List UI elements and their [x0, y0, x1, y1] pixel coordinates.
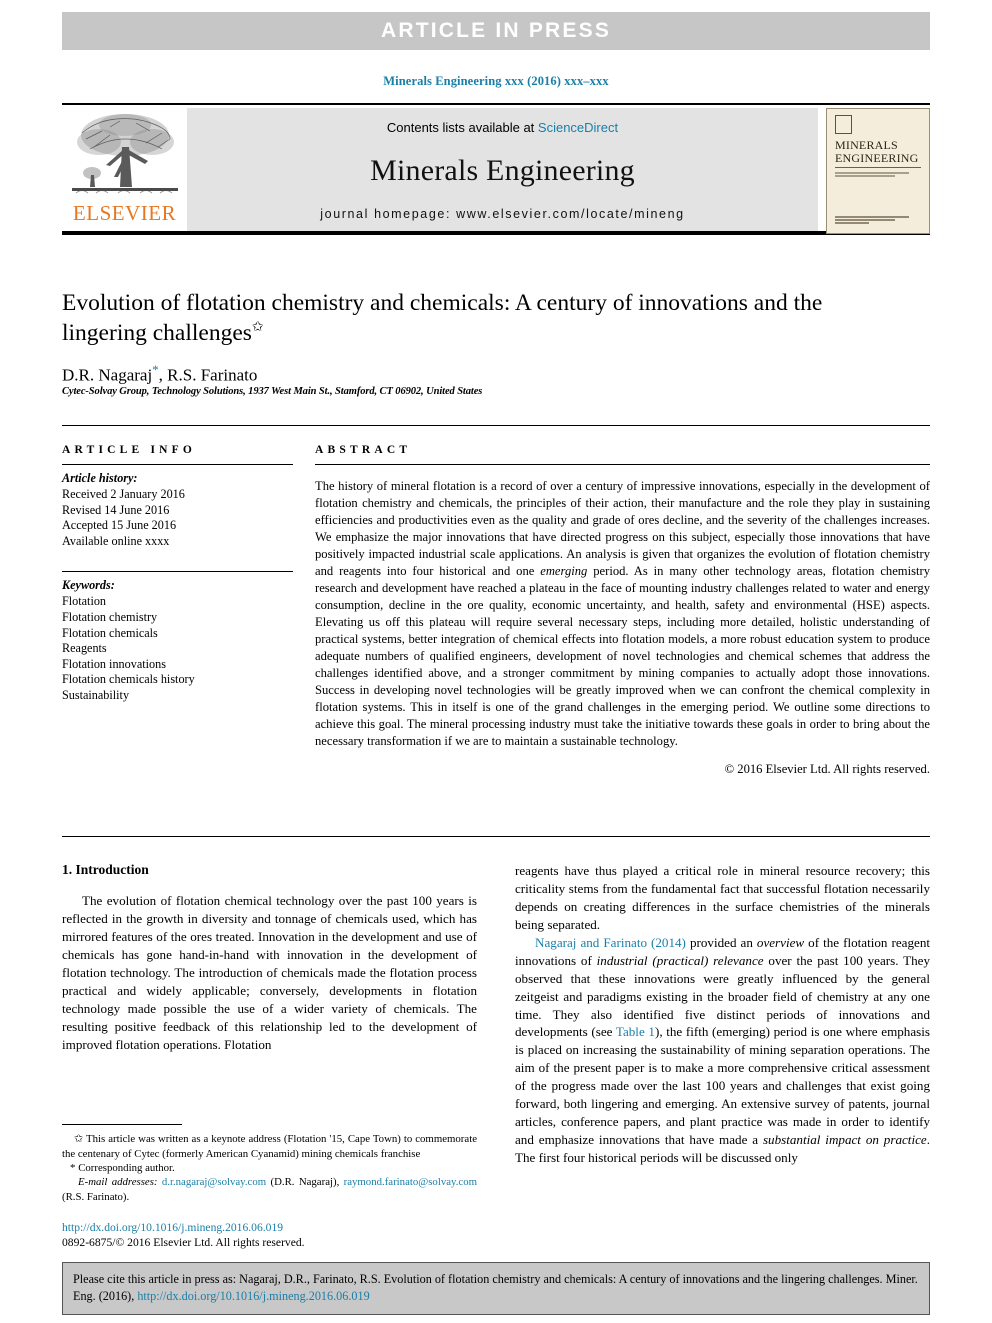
journal-masthead: ELSEVIER Contents lists available at Sci…: [62, 103, 930, 235]
article-title-text: Evolution of flotation chemistry and che…: [62, 290, 823, 347]
journal-cover-thumbnail: MINERALS ENGINEERING: [826, 108, 930, 234]
abstract-rule: [315, 464, 930, 465]
cover-title-line2: ENGINEERING: [835, 150, 919, 165]
email-addresses-label: E-mail addresses:: [78, 1176, 158, 1189]
abstract-copyright: © 2016 Elsevier Ltd. All rights reserved…: [724, 762, 930, 777]
intro-paragraph-right-2: Nagaraj and Farinato (2014) provided an …: [515, 934, 930, 1167]
keyword-item: Flotation chemicals: [62, 625, 158, 640]
author-affiliation: Cytec-Solvay Group, Technology Solutions…: [62, 386, 483, 397]
keyword-item: Sustainability: [62, 688, 130, 703]
footnote-corresponding: * Corresponding author.: [62, 1161, 477, 1176]
body-columns: 1. Introduction The evolution of flotati…: [62, 862, 930, 1167]
article-info-heading: ARTICLE INFO: [62, 444, 197, 456]
article-in-press-banner: ARTICLE IN PRESS: [62, 12, 930, 50]
rp2-emph-overview: overview: [756, 934, 805, 950]
cite-this-article-box: Please cite this article in press as: Na…: [62, 1262, 930, 1315]
article-history-item: Revised 14 June 2016: [62, 502, 170, 517]
contents-available-line: Contents lists available at ScienceDirec…: [387, 120, 618, 135]
cite-doi-link[interactable]: http://dx.doi.org/10.1016/j.mineng.2016.…: [137, 1289, 369, 1303]
masthead-center-band: Contents lists available at ScienceDirec…: [187, 108, 818, 231]
issn-copyright-line: 0892-6875/© 2016 Elsevier Ltd. All right…: [62, 1236, 305, 1250]
article-history-label: Article history:: [62, 471, 138, 485]
elsevier-logo: ELSEVIER: [62, 105, 187, 230]
keyword-item: Reagents: [62, 641, 107, 656]
journal-running-head: Minerals Engineering xxx (2016) xxx–xxx: [383, 74, 609, 88]
abstract-text: The history of mineral flotation is a re…: [315, 478, 930, 750]
info-abstract-block: ARTICLE INFO Article history: Received 2…: [62, 425, 930, 777]
keyword-item: Flotation chemicals history: [62, 672, 195, 687]
cover-masthead: MINERALS ENGINEERING: [835, 115, 921, 184]
author-first: D.R. Nagaraj: [62, 365, 153, 385]
cover-subtitle-lines: [835, 172, 921, 184]
keyword-item: Flotation innovations: [62, 656, 166, 671]
paper-page: ARTICLE IN PRESS Minerals Engineering xx…: [0, 0, 992, 1323]
keyword-item: Flotation chemistry: [62, 610, 158, 625]
article-info-rule: [62, 464, 293, 465]
sciencedirect-link[interactable]: ScienceDirect: [538, 120, 618, 135]
footnote-corresponding-text: Corresponding author.: [75, 1161, 175, 1174]
journal-title: Minerals Engineering: [370, 154, 635, 187]
rp2-d: ), the fifth (emerging) period is one wh…: [515, 1024, 930, 1148]
intro-paragraph-right-1: reagents have thus played a critical rol…: [515, 863, 930, 932]
contents-prefix: Contents lists available at: [386, 120, 538, 135]
footnote-rule: [62, 1124, 182, 1125]
footnotes-block: ✩ This article was written as a keynote …: [62, 1124, 477, 1251]
article-history-item: Available online xxxx: [62, 533, 170, 548]
abstract-emphasis-emerging: emerging: [540, 563, 588, 578]
body-right-column: reagents have thus played a critical rol…: [515, 862, 930, 1167]
email1-owner: (D.R. Nagaraj),: [266, 1176, 344, 1189]
abstract-heading: ABSTRACT: [315, 444, 412, 456]
article-in-press-label: ARTICLE IN PRESS: [380, 19, 612, 42]
footnote-keynote-text: This article was written as a keynote ad…: [62, 1133, 477, 1160]
rp2-emph-industrial: industrial (practical) relevance: [596, 952, 764, 968]
abstract-column: ABSTRACT The history of mineral flotatio…: [315, 444, 930, 777]
cite-text: Please cite this article in press as: Na…: [73, 1271, 919, 1305]
footnote-emails: E-mail addresses: d.r.nagaraj@solvay.com…: [62, 1175, 477, 1204]
journal-homepage-line[interactable]: journal homepage: www.elsevier.com/locat…: [320, 207, 684, 221]
keyword-item: Flotation: [62, 594, 107, 609]
intro-paragraph-left: The evolution of flotation chemical tech…: [62, 893, 477, 1052]
cover-elsevier-mark-icon: [835, 115, 852, 134]
page-title: Evolution of flotation chemistry and che…: [62, 288, 862, 348]
keywords-rule: [62, 571, 293, 573]
article-history-item: Accepted 15 June 2016: [62, 518, 177, 533]
title-footnote-marker[interactable]: ✩: [252, 320, 264, 335]
cover-title: MINERALS ENGINEERING: [835, 138, 921, 169]
abstract-part-2: period. As in many other technology area…: [315, 563, 930, 748]
article-info-column: ARTICLE INFO Article history: Received 2…: [62, 444, 315, 777]
rp2-a: provided an: [685, 934, 757, 950]
body-divider-rule: [62, 836, 930, 837]
footnote-star-marker: ✩: [74, 1133, 84, 1145]
email-link-farinato[interactable]: raymond.farinato@solvay.com: [344, 1176, 477, 1188]
body-left-column: 1. Introduction The evolution of flotati…: [62, 862, 477, 1167]
section-heading-introduction: 1. Introduction: [62, 862, 149, 877]
doi-link[interactable]: http://dx.doi.org/10.1016/j.mineng.2016.…: [62, 1220, 477, 1236]
email2-owner: (R.S. Farinato).: [62, 1190, 130, 1203]
cover-footer-lines: [835, 215, 921, 226]
article-history-item: Received 2 January 2016: [62, 487, 185, 501]
table-1-link[interactable]: Table 1: [616, 1024, 655, 1039]
citation-link-nagaraj-farinato[interactable]: Nagaraj and Farinato (2014): [535, 935, 686, 950]
doi-and-issn-block: http://dx.doi.org/10.1016/j.mineng.2016.…: [62, 1220, 477, 1251]
keywords-label: Keywords:: [62, 578, 115, 593]
email-link-nagaraj[interactable]: d.r.nagaraj@solvay.com: [162, 1176, 266, 1188]
footnote-keynote: ✩ This article was written as a keynote …: [62, 1132, 477, 1161]
elsevier-tree-icon: [71, 114, 178, 194]
author-list: D.R. Nagaraj*, R.S. Farinato: [62, 362, 257, 386]
author-rest: , R.S. Farinato: [158, 365, 258, 385]
elsevier-wordmark: ELSEVIER: [72, 201, 177, 225]
cover-title-line1: MINERALS: [835, 138, 898, 152]
rp2-emph-substantial: substantial impact on practice: [762, 1132, 927, 1148]
